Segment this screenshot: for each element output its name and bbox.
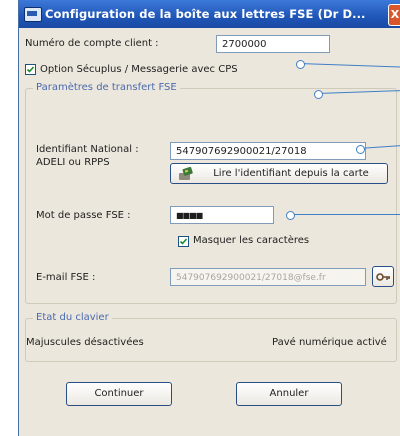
numpad-status: Pavé numérique activé (272, 337, 387, 348)
close-button[interactable]: X (388, 4, 400, 26)
callout-dot-option (314, 90, 323, 99)
window-title: Configuration de la boîte aux lettres FS… (45, 7, 366, 21)
option-cps-checkbox[interactable] (25, 64, 36, 75)
app-window-icon (24, 7, 42, 22)
option-cps-label: Option Sécuplus / Messagerie avec CPS (40, 64, 238, 75)
email-label: E-mail FSE : (36, 272, 96, 283)
config-dialog: Configuration de la boîte aux lettres FS… (18, 0, 400, 436)
title-bar[interactable]: Configuration de la boîte aux lettres FS… (19, 0, 400, 28)
callout-dot-password (286, 211, 295, 220)
identifier-label: Identifiant National : (36, 144, 139, 155)
read-card-button-label: Lire l'identifiant depuis la carte (213, 168, 369, 179)
callout-dot-identifier (356, 145, 365, 154)
check-icon (179, 238, 188, 245)
callout-line-account (298, 63, 400, 68)
transfer-settings-title: Paramètres de transfert FSE (33, 82, 180, 93)
email-key-button[interactable] (372, 266, 394, 287)
mask-chars-checkbox[interactable] (178, 236, 189, 247)
account-number-label: Numéro de compte client : (25, 38, 159, 49)
card-reader-icon (179, 167, 193, 180)
check-icon (26, 66, 35, 73)
identifier-input[interactable]: 547907692900021/27018 (170, 142, 366, 160)
caps-status: Majuscules désactivées (26, 337, 144, 348)
callout-dot-account (296, 60, 305, 69)
identifier-label-sub: ADELI ou RPPS (36, 157, 110, 168)
cancel-button[interactable]: Annuler (236, 382, 342, 406)
email-input[interactable]: 547907692900021/27018@fse.fr (170, 268, 366, 286)
mask-chars-label: Masquer les caractères (193, 235, 310, 246)
continue-button[interactable]: Continuer (66, 382, 172, 406)
read-card-button[interactable]: Lire l'identifiant depuis la carte (170, 163, 388, 184)
callout-line-password (289, 214, 400, 215)
key-icon (376, 273, 390, 281)
close-icon: X (390, 8, 400, 21)
keyboard-state-title: Etat du clavier (33, 312, 112, 323)
password-input[interactable]: ■■■■ (170, 206, 274, 224)
password-label: Mot de passe FSE : (36, 210, 131, 221)
account-number-input[interactable]: 2700000 (216, 35, 330, 53)
